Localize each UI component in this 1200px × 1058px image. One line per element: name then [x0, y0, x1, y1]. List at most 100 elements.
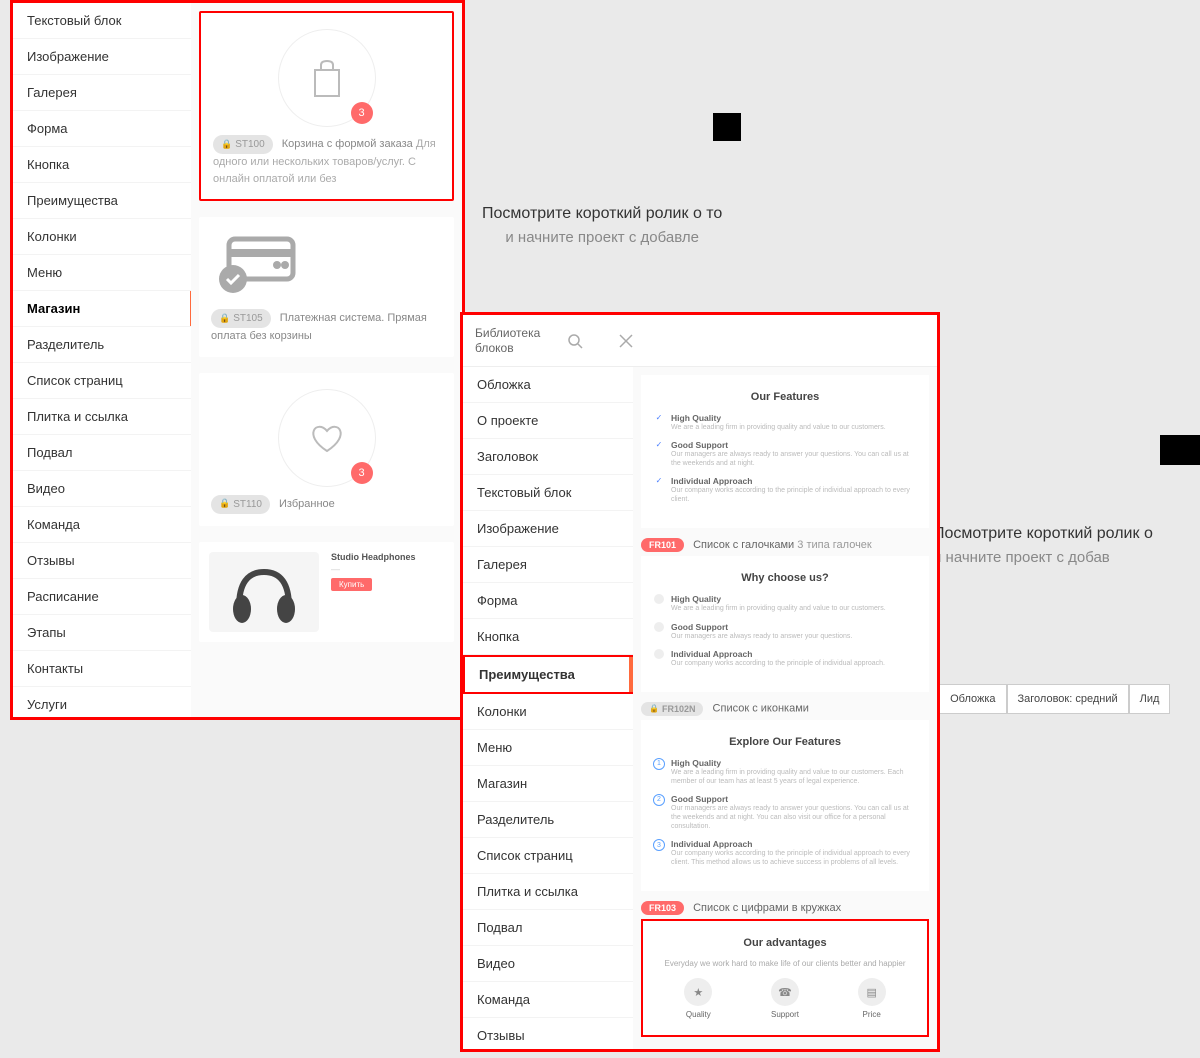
sidebar2-item-2[interactable]: Заголовок	[463, 439, 633, 475]
sidebar2-item-8[interactable]: Преимущества	[463, 655, 633, 694]
block-preview-fr102n[interactable]: Why choose us? High QualityWe are a lead…	[641, 556, 929, 691]
sidebar2-item-17[interactable]: Команда	[463, 982, 633, 1018]
fav-count-badge: 3	[351, 462, 373, 484]
buy-button[interactable]: Купить	[331, 578, 372, 591]
sidebar-item-18[interactable]: Контакты	[13, 651, 191, 687]
lock-tag: 🔒ST100	[213, 135, 273, 154]
sidebar-item-10[interactable]: Список страниц	[13, 363, 191, 399]
quick-btn-heading[interactable]: Заголовок: средний	[1007, 684, 1129, 714]
block-preview-advantages[interactable]: Our advantages Everyday we work hard to …	[641, 919, 929, 1037]
card-meta: 🔒ST100 Корзина с формой заказа Для одног…	[213, 135, 440, 187]
feature-row: ✓Individual ApproachOur company works ac…	[653, 476, 917, 504]
sidebar2-item-12[interactable]: Разделитель	[463, 802, 633, 838]
block-preview-fr103[interactable]: Explore Our Features 1High QualityWe are…	[641, 720, 929, 892]
lock-icon: 🔒	[219, 497, 230, 511]
block-card-st105[interactable]: 🔒ST105 Платежная система. Прямая оплата …	[199, 217, 454, 357]
sidebar2-item-11[interactable]: Магазин	[463, 766, 633, 802]
sidebar-item-13[interactable]: Видео	[13, 471, 191, 507]
sidebar2-item-7[interactable]: Кнопка	[463, 619, 633, 655]
right-sidebar: ОбложкаО проектеЗаголовокТекстовый блокИ…	[463, 367, 633, 1049]
cart-icon: 3	[278, 29, 376, 127]
sidebar-item-2[interactable]: Галерея	[13, 75, 191, 111]
sidebar2-item-18[interactable]: Отзывы	[463, 1018, 633, 1049]
right-preview-area: Our Features ✓High QualityWe are a leadi…	[633, 367, 937, 1049]
bg-hint-text-1: Посмотрите короткий ролик о то и начните…	[482, 205, 722, 246]
row-icon: ✓	[653, 476, 665, 485]
search-icon[interactable]	[567, 333, 607, 349]
payment-icon	[211, 235, 301, 299]
block-preview-fr101[interactable]: Our Features ✓High QualityWe are a leadi…	[641, 375, 929, 528]
sidebar-item-15[interactable]: Отзывы	[13, 543, 191, 579]
close-icon[interactable]	[619, 334, 659, 348]
bg-hint2-line1: Посмотрите короткий ролик о	[933, 525, 1153, 543]
lock-icon: 🔒	[219, 312, 230, 326]
lock-tag: 🔒ST105	[211, 309, 271, 328]
bottom-quick-buttons: оки Обложка Заголовок: средний Лид	[900, 684, 1170, 714]
left-preview-area: 3 🔒ST100 Корзина с формой заказа Для одн…	[191, 3, 462, 717]
feature-row: ✓High QualityWe are a leading firm in pr…	[653, 413, 917, 432]
bg-hint-text-2: Посмотрите короткий ролик о и начните пр…	[933, 525, 1153, 566]
quick-btn-cover[interactable]: Обложка	[939, 684, 1006, 714]
sidebar-item-7[interactable]: Меню	[13, 255, 191, 291]
lock-tag: 🔒ST110	[211, 495, 270, 514]
sidebar2-item-0[interactable]: Обложка	[463, 367, 633, 403]
row-icon	[653, 649, 665, 661]
bg-hint2-line2: и начните проект с добав	[933, 549, 1153, 566]
block-card-product[interactable]: Studio Headphones — Купить	[199, 542, 454, 642]
sidebar-item-5[interactable]: Преимущества	[13, 183, 191, 219]
sidebar-item-14[interactable]: Команда	[13, 507, 191, 543]
feature-row: High QualityWe are a leading firm in pro…	[653, 594, 917, 613]
advantage-col: ▤Price	[858, 978, 886, 1019]
feature-row: Good SupportOur managers are always read…	[653, 622, 917, 641]
sidebar2-item-14[interactable]: Плитка и ссылка	[463, 874, 633, 910]
feature-row: 3Individual ApproachOur company works ac…	[653, 839, 917, 867]
heart-icon: 3	[278, 389, 376, 487]
feature-row: 2Good SupportOur managers are always rea…	[653, 794, 917, 831]
sidebar2-item-10[interactable]: Меню	[463, 730, 633, 766]
block-label-fr101: FR101 Список с галочками 3 типа галочек	[641, 538, 929, 552]
sidebar-item-8[interactable]: Магазин	[13, 291, 191, 327]
quick-btn-lead[interactable]: Лид	[1129, 684, 1171, 714]
row-icon: ✓	[653, 413, 665, 422]
feature-row: ✓Good SupportOur managers are always rea…	[653, 440, 917, 468]
cart-count-badge: 3	[351, 102, 373, 124]
sidebar-item-0[interactable]: Текстовый блок	[13, 3, 191, 39]
sidebar-item-9[interactable]: Разделитель	[13, 327, 191, 363]
block-library-panel-right: Библиотека блоков ОбложкаО проектеЗаголо…	[460, 312, 940, 1052]
row-icon: 1	[653, 758, 665, 770]
bg-dark-box-1	[713, 113, 741, 141]
sidebar2-item-6[interactable]: Форма	[463, 583, 633, 619]
row-icon: 3	[653, 839, 665, 851]
advantage-icon: ★	[684, 978, 712, 1006]
sidebar2-item-3[interactable]: Текстовый блок	[463, 475, 633, 511]
sidebar-item-16[interactable]: Расписание	[13, 579, 191, 615]
bg-hint-line2: и начните проект с добавле	[482, 229, 722, 246]
sidebar-item-17[interactable]: Этапы	[13, 615, 191, 651]
advantage-col: ★Quality	[684, 978, 712, 1019]
sidebar-item-3[interactable]: Форма	[13, 111, 191, 147]
block-card-st110[interactable]: 3 🔒ST110 Избранное	[199, 373, 454, 526]
feature-row: Individual ApproachOur company works acc…	[653, 649, 917, 668]
sidebar-item-1[interactable]: Изображение	[13, 39, 191, 75]
sidebar2-item-13[interactable]: Список страниц	[463, 838, 633, 874]
advantage-icon: ▤	[858, 978, 886, 1006]
headphones-icon	[209, 552, 319, 632]
sidebar2-item-4[interactable]: Изображение	[463, 511, 633, 547]
feature-row: 1High QualityWe are a leading firm in pr…	[653, 758, 917, 786]
sidebar2-item-5[interactable]: Галерея	[463, 547, 633, 583]
lock-icon: 🔒	[649, 704, 659, 713]
sidebar-item-11[interactable]: Плитка и ссылка	[13, 399, 191, 435]
panel-right-header: Библиотека блоков	[463, 315, 937, 367]
sidebar-item-12[interactable]: Подвал	[13, 435, 191, 471]
sidebar2-item-16[interactable]: Видео	[463, 946, 633, 982]
block-card-st100[interactable]: 3 🔒ST100 Корзина с формой заказа Для одн…	[199, 11, 454, 201]
sidebar-item-19[interactable]: Услуги	[13, 687, 191, 717]
sidebar2-item-1[interactable]: О проекте	[463, 403, 633, 439]
sidebar-item-4[interactable]: Кнопка	[13, 147, 191, 183]
card-meta: 🔒ST110 Избранное	[211, 495, 442, 514]
block-label-fr103: FR103 Список с цифрами в кружках	[641, 901, 929, 915]
advantage-icon: ☎	[771, 978, 799, 1006]
sidebar2-item-9[interactable]: Колонки	[463, 694, 633, 730]
sidebar-item-6[interactable]: Колонки	[13, 219, 191, 255]
sidebar2-item-15[interactable]: Подвал	[463, 910, 633, 946]
